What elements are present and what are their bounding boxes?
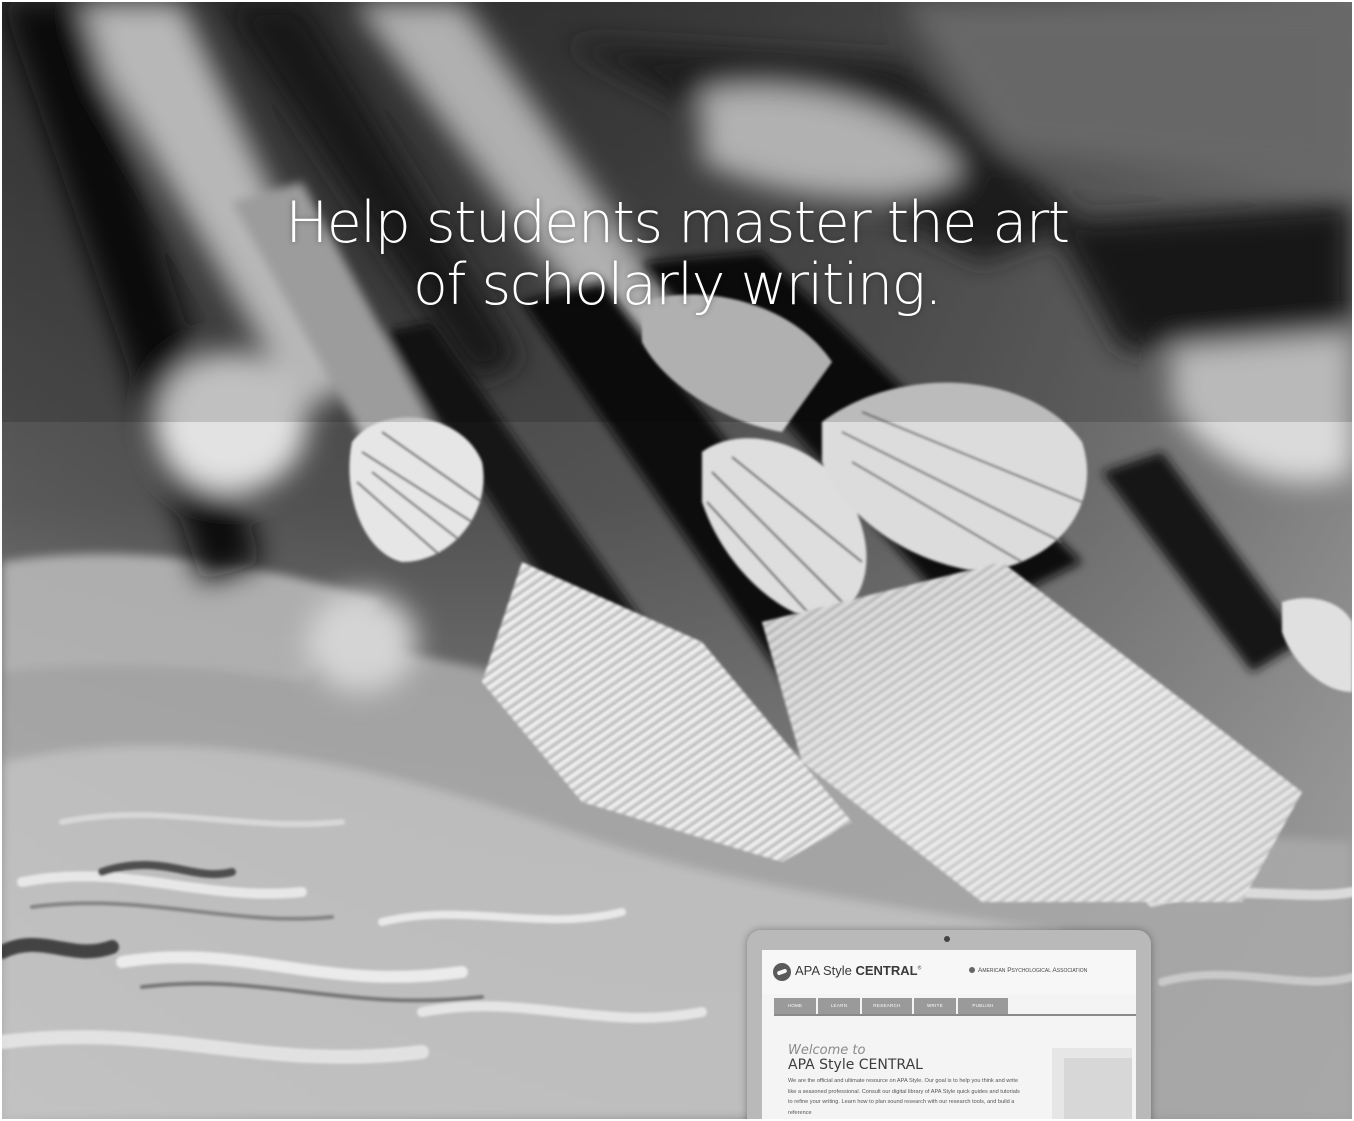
site-header: APA Style CENTRAL® American Psychologica… — [762, 950, 1136, 994]
welcome-to: Welcome to — [788, 1043, 866, 1058]
laptop-mockup: APA Style CENTRAL® American Psychologica… — [747, 930, 1151, 1119]
site-nav: HOME LEARN RESEARCH WRITE PUBLISH — [774, 998, 1136, 1016]
side-panel — [1052, 1048, 1132, 1119]
logo-registered: ® — [917, 965, 922, 972]
laptop-screen: APA Style CENTRAL® American Psychologica… — [762, 950, 1136, 1119]
headline-line-1: Help students master the art — [285, 190, 1070, 256]
ad-frame: Help students master the art of scholarl… — [2, 2, 1352, 1119]
site-logo-text: APA Style CENTRAL® — [795, 963, 921, 978]
headline: Help students master the art of scholarl… — [242, 192, 1112, 316]
apa-logo-icon — [773, 963, 791, 981]
side-panel-image — [1064, 1058, 1132, 1119]
association-name: American Psychological Association — [969, 967, 1087, 974]
camera-icon — [944, 936, 950, 942]
nav-learn[interactable]: LEARN — [818, 998, 860, 1014]
headline-line-2: of scholarly writing. — [412, 252, 943, 318]
welcome-body: We are the official and ultimate resourc… — [788, 1078, 1020, 1116]
association-label: American Psychological Association — [978, 967, 1088, 974]
welcome-title: APA Style CENTRAL — [788, 1057, 923, 1073]
nav-research[interactable]: RESEARCH — [862, 998, 912, 1014]
nav-publish[interactable]: PUBLISH — [958, 998, 1008, 1014]
nav-write[interactable]: WRITE — [914, 998, 956, 1014]
nav-home[interactable]: HOME — [774, 998, 816, 1014]
association-seal-icon — [969, 967, 975, 973]
logo-bold: CENTRAL — [855, 963, 918, 978]
logo-regular: APA Style — [795, 963, 856, 978]
